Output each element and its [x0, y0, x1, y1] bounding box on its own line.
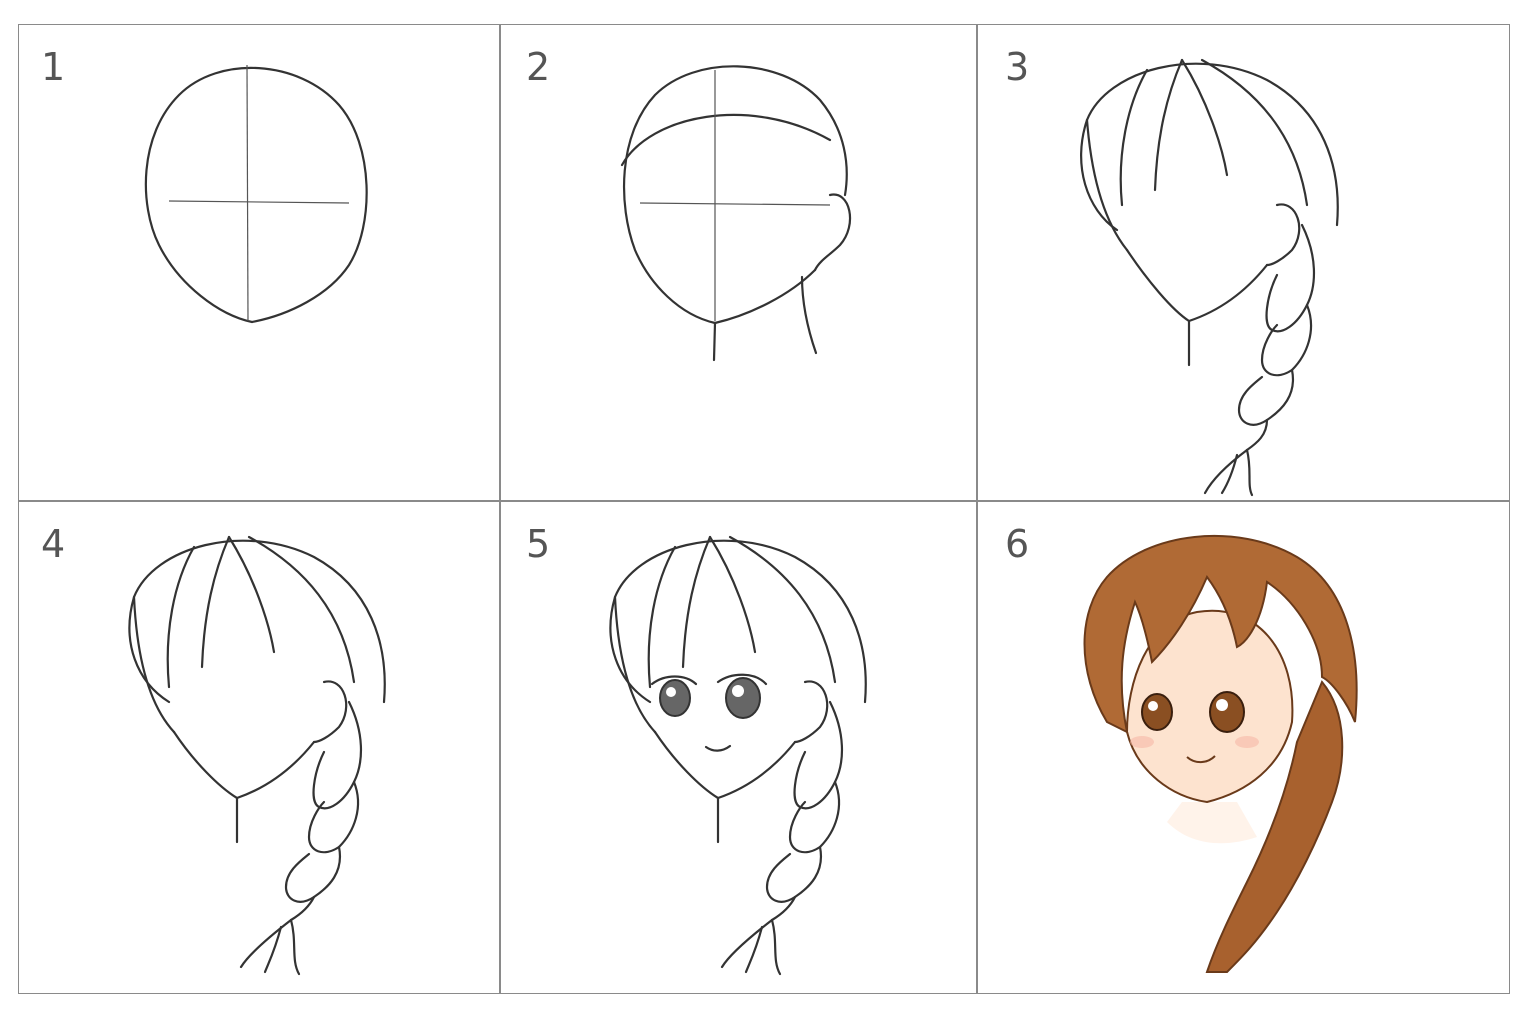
head-oval-sketch: [144, 64, 368, 324]
step-panel-2: 2: [500, 25, 976, 500]
right-eye: [716, 673, 768, 719]
left-eye: [1141, 693, 1173, 731]
step-panel-4: 4: [19, 502, 499, 994]
step-panel-3: 3: [977, 25, 1511, 500]
hair-and-braid-sketch: [1080, 58, 1339, 497]
colored-final-drawing: [1083, 534, 1358, 973]
face-detail-sketch: [609, 535, 867, 976]
step-panel-1: 1: [19, 25, 499, 500]
mouth: [704, 744, 732, 752]
steps-grid: 1 2 3 4 5 6: [18, 24, 1510, 994]
step-panel-6: 6: [977, 502, 1511, 994]
left-eye: [650, 675, 698, 717]
hair-detail-sketch: [128, 535, 386, 976]
step-panel-5: 5: [500, 502, 976, 994]
right-eye: [1209, 691, 1245, 733]
head-with-hairline-sketch: [620, 65, 852, 362]
